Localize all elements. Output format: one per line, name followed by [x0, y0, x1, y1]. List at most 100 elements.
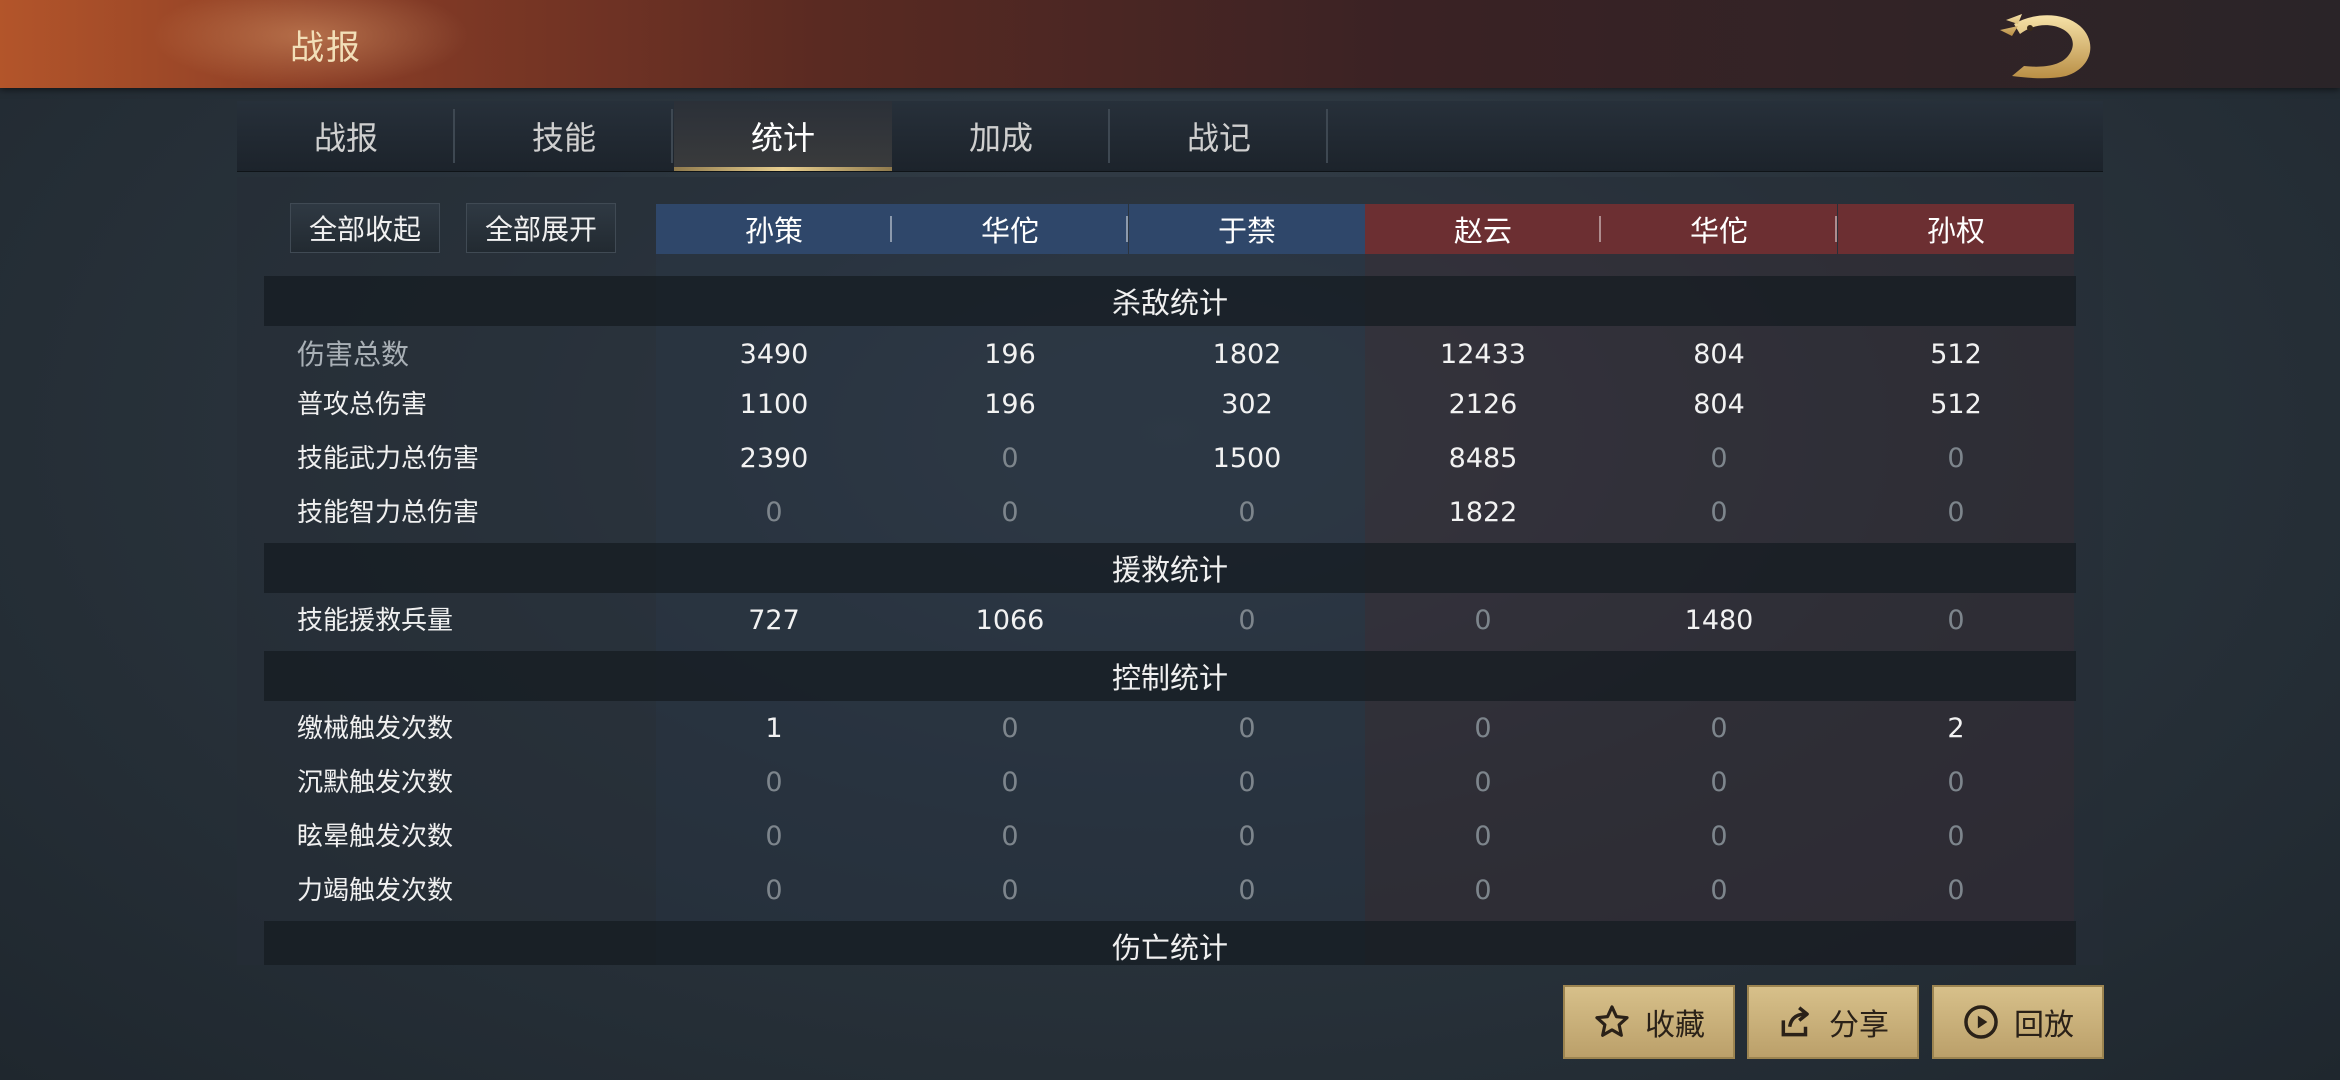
stat-cell: 8485	[1448, 443, 1518, 474]
stat-cell: 0	[1001, 497, 1019, 528]
table-row: 伤害总数 3490 196 1802 12433 804 512	[264, 328, 2076, 382]
stat-cell: 0	[1474, 821, 1492, 852]
stat-cell: 12433	[1440, 339, 1526, 370]
stat-cell: 302	[1221, 389, 1273, 420]
player-header-blue-1: 孙策	[656, 204, 892, 254]
stat-cell: 0	[1947, 443, 1965, 474]
player-name: 孙策	[744, 214, 803, 248]
stat-cell: 1066	[975, 605, 1045, 636]
stat-cell: 0	[1474, 767, 1492, 798]
player-header-blue-2: 华佗	[892, 204, 1128, 254]
player-header-red-1: 赵云	[1365, 204, 1601, 254]
stat-cell: 0	[765, 875, 783, 906]
stat-cell: 0	[1710, 497, 1728, 528]
table-row: 技能智力总伤害 0 0 0 1822 0 0	[264, 486, 2076, 540]
stat-cell: 0	[1238, 875, 1256, 906]
section-rescue-stats[interactable]: 援救统计	[264, 543, 2076, 593]
favorite-button[interactable]: 收藏	[1563, 985, 1735, 1059]
stat-cell: 196	[984, 339, 1036, 370]
stat-cell: 0	[1710, 821, 1728, 852]
stat-cell: 0	[1238, 821, 1256, 852]
stat-cell: 1100	[739, 389, 809, 420]
stat-cell: 0	[1238, 605, 1256, 636]
row-label: 眩晕触发次数	[297, 822, 454, 852]
stat-cell: 1822	[1448, 497, 1518, 528]
stat-cell: 0	[1001, 821, 1019, 852]
player-name: 赵云	[1453, 214, 1512, 248]
tab-battle-report[interactable]: 战报	[237, 101, 455, 171]
stat-cell: 0	[1947, 605, 1965, 636]
share-label: 分享	[1829, 1008, 1889, 1043]
stat-cell: 0	[1947, 497, 1965, 528]
page-title: 战报	[290, 28, 362, 68]
stat-cell: 3490	[739, 339, 809, 370]
stat-cell: 0	[765, 767, 783, 798]
collapse-all-button[interactable]: 全部收起	[290, 203, 440, 253]
stat-cell: 196	[984, 389, 1036, 420]
section-casualty-stats[interactable]: 伤亡统计	[264, 921, 2076, 965]
replay-label: 回放	[2014, 1008, 2074, 1043]
row-label: 缴械触发次数	[297, 714, 454, 744]
stat-cell: 0	[1710, 875, 1728, 906]
top-bar: 战报	[0, 0, 2340, 88]
tab-statistics[interactable]: 统计	[674, 101, 892, 171]
row-label: 技能援救兵量	[297, 606, 454, 636]
table-row: 技能武力总伤害 2390 0 1500 8485 0 0	[264, 432, 2076, 486]
stat-cell: 727	[748, 605, 800, 636]
section-kill-stats[interactable]: 杀敌统计	[264, 276, 2076, 326]
stat-cell: 0	[1238, 767, 1256, 798]
stat-cell: 0	[1474, 875, 1492, 906]
stat-cell: 0	[1238, 497, 1256, 528]
favorite-label: 收藏	[1645, 1008, 1705, 1043]
stat-cell: 512	[1930, 389, 1982, 420]
tab-battle-log[interactable]: 战记	[1110, 101, 1328, 171]
stat-cell: 0	[1001, 443, 1019, 474]
stat-cell: 0	[1710, 443, 1728, 474]
player-header-red-2: 华佗	[1601, 204, 1837, 254]
stat-cell: 1	[765, 713, 783, 744]
stat-cell: 0	[1947, 767, 1965, 798]
tab-strip: 战报 技能 统计 加成 战记	[237, 101, 2103, 172]
share-button[interactable]: 分享	[1747, 985, 1919, 1059]
row-label: 力竭触发次数	[297, 876, 454, 906]
table-row: 眩晕触发次数 0 0 0 0 0 0	[264, 810, 2076, 864]
row-label: 技能武力总伤害	[297, 444, 480, 474]
row-label: 沉默触发次数	[297, 768, 454, 798]
stat-cell: 2126	[1448, 389, 1518, 420]
stat-cell: 1500	[1212, 443, 1282, 474]
replay-button[interactable]: 回放	[1932, 985, 2104, 1059]
row-label: 伤害总数	[297, 338, 410, 371]
table-row: 缴械触发次数 1 0 0 0 0 2	[264, 702, 2076, 756]
table-row: 沉默触发次数 0 0 0 0 0 0	[264, 756, 2076, 810]
player-header-red-3: 孙权	[1838, 204, 2074, 254]
stat-cell: 0	[765, 821, 783, 852]
stat-cell: 0	[1947, 821, 1965, 852]
statistics-panel: 全部收起 全部展开 孙策 华佗 于禁 赵云 华佗 孙权 杀敌统计 伤害总数 34…	[237, 177, 2103, 965]
stat-cell: 1802	[1212, 339, 1282, 370]
stat-cell: 804	[1693, 339, 1745, 370]
player-name: 华佗	[1689, 214, 1748, 248]
player-header-blue-3: 于禁	[1129, 204, 1365, 254]
stat-cell: 2	[1947, 713, 1965, 744]
tab-bonus[interactable]: 加成	[892, 101, 1110, 171]
player-name: 华佗	[980, 214, 1039, 248]
tab-skills[interactable]: 技能	[455, 101, 673, 171]
stat-cell: 1480	[1684, 605, 1754, 636]
player-name: 孙权	[1926, 214, 1985, 248]
stat-cell: 0	[1001, 767, 1019, 798]
stat-cell: 0	[1474, 605, 1492, 636]
stat-cell: 0	[1238, 713, 1256, 744]
table-row: 普攻总伤害 1100 196 302 2126 804 512	[264, 378, 2076, 432]
stat-cell: 512	[1930, 339, 1982, 370]
stat-cell: 0	[1947, 875, 1965, 906]
stat-cell: 804	[1693, 389, 1745, 420]
section-control-stats[interactable]: 控制统计	[264, 651, 2076, 701]
player-name: 于禁	[1217, 214, 1276, 248]
stat-cell: 0	[1001, 713, 1019, 744]
row-label: 普攻总伤害	[297, 390, 428, 420]
stat-cell: 0	[1710, 767, 1728, 798]
share-icon	[1781, 1006, 1809, 1037]
stat-cell: 0	[1474, 713, 1492, 744]
expand-all-button[interactable]: 全部展开	[466, 203, 616, 253]
stat-cell: 0	[1710, 713, 1728, 744]
